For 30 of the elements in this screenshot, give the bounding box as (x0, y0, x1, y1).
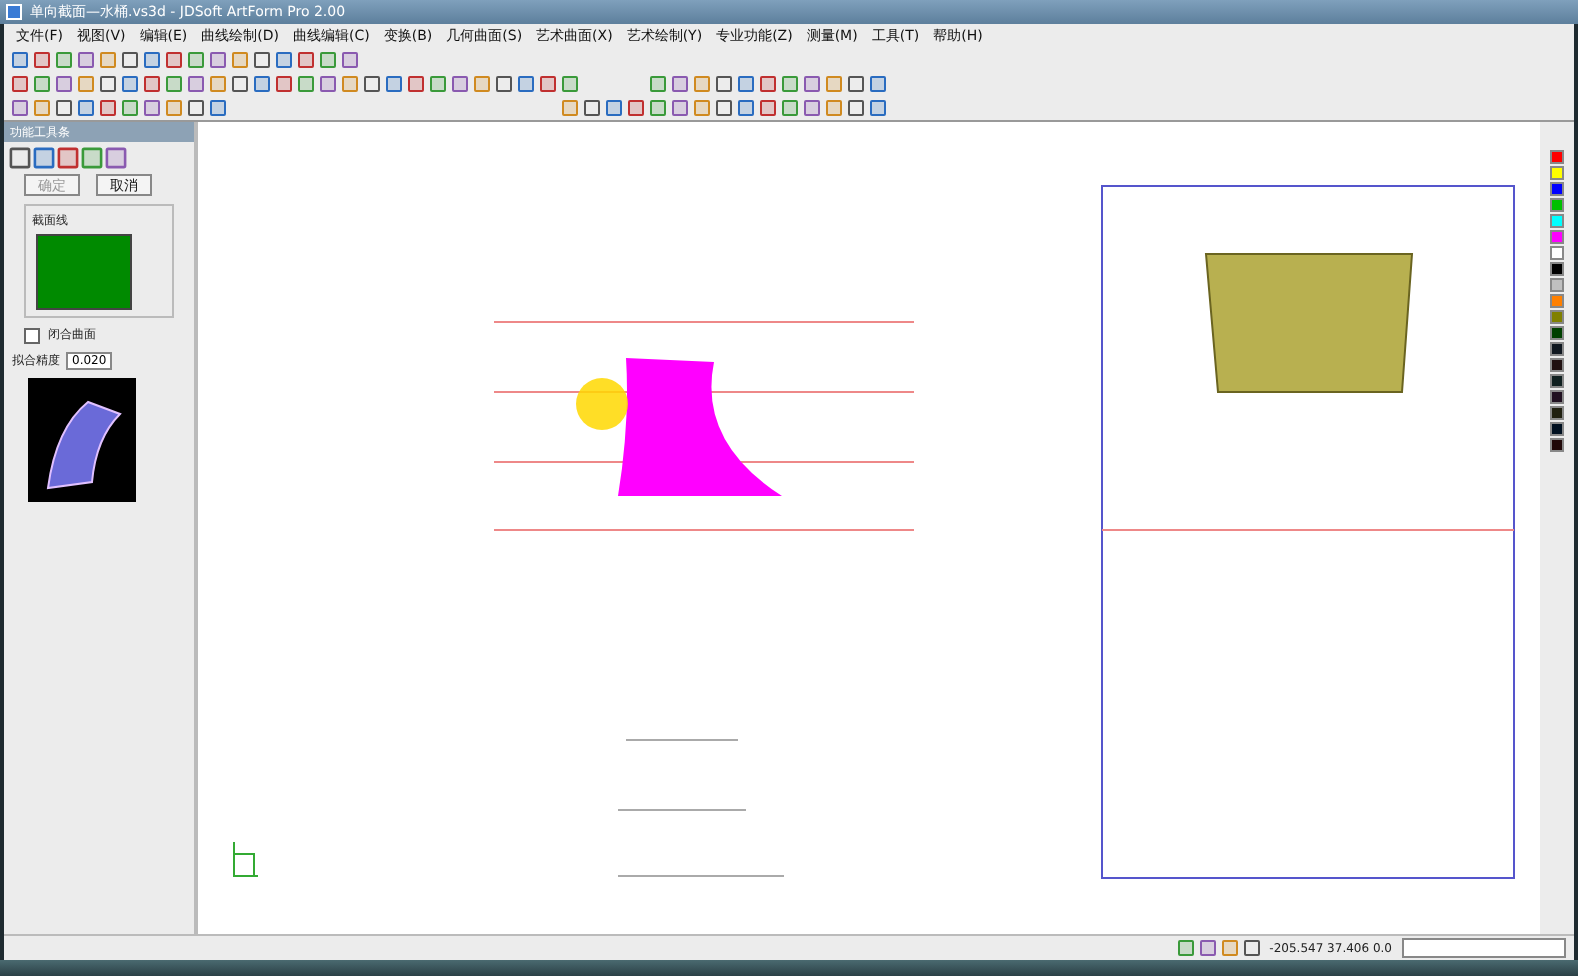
color-swatch[interactable] (1550, 278, 1564, 292)
toolbar-icon[interactable] (57, 147, 79, 169)
color-swatch[interactable] (1550, 246, 1564, 260)
surface-preview (28, 378, 136, 502)
color-swatch[interactable] (1550, 310, 1564, 324)
color-swatch[interactable] (1550, 342, 1564, 356)
color-swatch[interactable] (1550, 438, 1564, 452)
color-swatch[interactable] (1550, 230, 1564, 244)
color-swatch[interactable] (1550, 198, 1564, 212)
color-swatch[interactable] (1550, 150, 1564, 164)
toolbar-icon[interactable] (33, 147, 55, 169)
color-swatch[interactable] (1550, 422, 1564, 436)
cursor-highlight (576, 378, 628, 430)
color-swatch[interactable] (1550, 358, 1564, 372)
app-icon (6, 4, 22, 20)
color-swatch[interactable] (1550, 262, 1564, 276)
color-swatch[interactable] (1550, 182, 1564, 196)
color-swatch[interactable] (1550, 326, 1564, 340)
checkbox[interactable] (24, 327, 40, 343)
axis-icon (233, 841, 259, 877)
color-swatch[interactable] (1550, 166, 1564, 180)
color-swatch[interactable] (1550, 406, 1564, 420)
color-swatch[interactable] (1550, 374, 1564, 388)
toolbar-icon[interactable] (9, 147, 31, 169)
color-swatch[interactable] (1550, 294, 1564, 308)
toolbar-icon[interactable] (81, 147, 103, 169)
color-swatch[interactable] (1550, 390, 1564, 404)
toolbar-icon[interactable] (105, 147, 127, 169)
color-swatch (36, 234, 132, 310)
color-swatch[interactable] (1550, 214, 1564, 228)
